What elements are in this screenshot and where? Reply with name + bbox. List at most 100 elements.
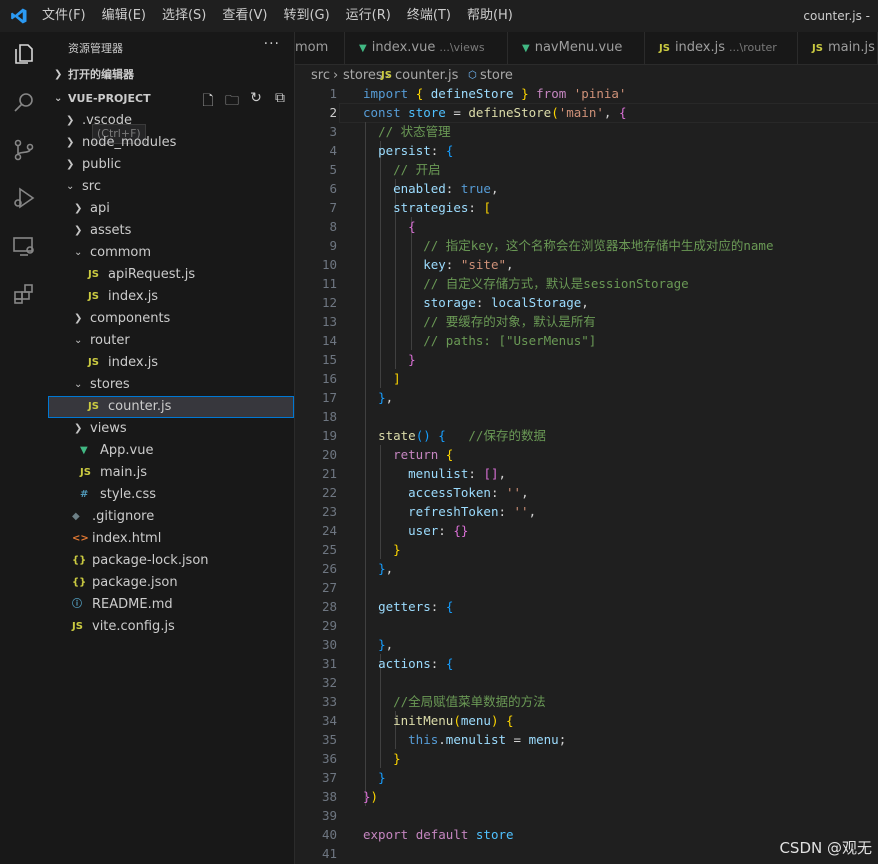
code-line[interactable]: //全局赋值菜单数据的方法 [363,692,546,711]
tree-file[interactable]: {} package.json [48,572,294,594]
code-line[interactable]: { [363,217,416,236]
more-actions-icon[interactable]: ··· [264,36,280,52]
editor-tab[interactable]: ▼ navMenu.vue [508,32,645,64]
code-line[interactable]: return { [363,445,453,464]
tree-item-label: style.css [100,487,156,502]
code-line[interactable]: // paths: ["UserMenus"] [363,331,596,350]
menu-item[interactable]: 帮助(H) [467,0,513,32]
code-line[interactable]: state() { //保存的数据 [363,426,546,445]
code-line[interactable]: enabled: true, [363,179,498,198]
menu-item[interactable]: 编辑(E) [102,0,146,32]
menu-item[interactable]: 文件(F) [42,0,86,32]
tree-file[interactable]: ⓘ README.md [48,594,294,616]
code-line[interactable]: initMenu(menu) { [363,711,513,730]
tree-item-label: apiRequest.js [108,267,196,282]
menu-item[interactable]: 运行(R) [346,0,391,32]
code-line[interactable]: const store = defineStore('main', { [363,103,626,122]
tree-file[interactable]: JS vite.config.js [48,616,294,638]
code-line[interactable]: user: {} [363,521,468,540]
line-number: 10 [321,257,337,272]
code-token: () [415,428,431,443]
tree-folder[interactable]: ⌄ commom [48,242,294,264]
tree-folder[interactable]: ⌄ stores [48,374,294,396]
vscode-logo-icon [11,8,27,24]
tree-file[interactable]: JS counter.js [48,396,294,418]
line-number: 3 [329,124,337,139]
tree-folder[interactable]: ❯ assets [48,220,294,242]
code-line[interactable]: storage: localStorage, [363,293,589,312]
tree-file[interactable]: # style.css [48,484,294,506]
search-icon[interactable] [12,90,36,114]
code-line[interactable]: refreshToken: '', [363,502,536,521]
tree-file[interactable]: JS main.js [48,462,294,484]
run-debug-icon[interactable] [12,186,36,210]
code-line[interactable]: // 自定义存储方式，默认是sessionStorage [363,274,688,293]
code-line[interactable]: getters: { [363,597,453,616]
editor-tab[interactable]: JS index.js ...\router [645,32,798,64]
tree-folder[interactable]: ❯ views [48,418,294,440]
code-line[interactable]: }) [363,787,378,806]
menu-item[interactable]: 选择(S) [162,0,206,32]
tree-folder[interactable]: ⌄ router [48,330,294,352]
tree-file[interactable]: {} package-lock.json [48,550,294,572]
code-line[interactable]: export default store [363,825,514,844]
code-line[interactable]: } [363,350,416,369]
tree-file[interactable]: ▼ App.vue [48,440,294,462]
code-line[interactable]: }, [363,388,393,407]
tree-file[interactable]: ◆ .gitignore [48,506,294,528]
editor-tab[interactable]: ▼ index.vue ...\views [345,32,508,64]
code-line[interactable]: menulist: [], [363,464,506,483]
code-line[interactable]: } [363,768,386,787]
tree-item-label: components [90,311,171,326]
tree-folder[interactable]: ❯ api [48,198,294,220]
code-line[interactable]: }, [363,559,393,578]
code-line[interactable]: this.menulist = menu; [363,730,566,749]
tree-folder[interactable]: ⌄ src [48,176,294,198]
code-line[interactable]: // 状态管理 [363,122,451,141]
menu-item[interactable]: 转到(G) [283,0,329,32]
code-token: , [385,637,394,652]
code-line[interactable]: // 开启 [363,160,441,179]
code-line[interactable]: strategies: [ [363,198,491,217]
editor-tab[interactable]: mom [295,32,345,64]
files-icon[interactable] [12,42,36,66]
code-token: : [445,257,461,272]
tree-file[interactable]: <> index.html [48,528,294,550]
tree-folder[interactable]: ❯ components [48,308,294,330]
code-line[interactable]: persist: { [363,141,453,160]
code-line[interactable]: accessToken: '', [363,483,528,502]
open-editors-section[interactable]: ❯ 打开的编辑器 [48,64,294,86]
remote-explorer-icon[interactable] [12,234,36,258]
json-file-icon: {} [72,577,87,588]
code-line[interactable]: key: "site", [363,255,513,274]
tree-item-label: src [82,179,101,194]
code-line[interactable]: // 指定key，这个名称会在浏览器本地存储中生成对应的name [363,236,773,255]
code-token: persist [378,143,431,158]
code-line[interactable]: } [363,749,401,768]
tree-folder[interactable]: ❯ .vscode [48,110,294,132]
code-line[interactable]: ] [363,369,401,388]
file-tree: ❯ .vscode ❯ node_modules ❯ public ⌄ src ❯ api ❯ ass… [48,110,294,638]
code-line[interactable]: actions: { [363,654,453,673]
code-line[interactable]: }, [363,635,393,654]
code-line[interactable]: import { defineStore } from 'pinia' [363,84,626,103]
editor-tab[interactable]: JS main.js [798,32,878,64]
tree-file[interactable]: JS index.js [48,286,294,308]
code-line[interactable]: } [363,540,401,559]
extensions-icon[interactable] [12,282,36,306]
code-token: = [506,732,529,747]
tab-description: ...\router [729,41,777,54]
tree-file[interactable]: JS index.js [48,352,294,374]
menu-item[interactable]: 查看(V) [222,0,267,32]
tree-folder[interactable]: ❯ public [48,154,294,176]
menu-item[interactable]: 终端(T) [407,0,451,32]
tree-folder[interactable]: ❯ node_modules [48,132,294,154]
line-number: 28 [321,599,337,614]
tree-file[interactable]: JS apiRequest.js [48,264,294,286]
code-line[interactable]: // 要缓存的对象，默认是所有 [363,312,596,331]
source-control-icon[interactable] [12,138,36,162]
